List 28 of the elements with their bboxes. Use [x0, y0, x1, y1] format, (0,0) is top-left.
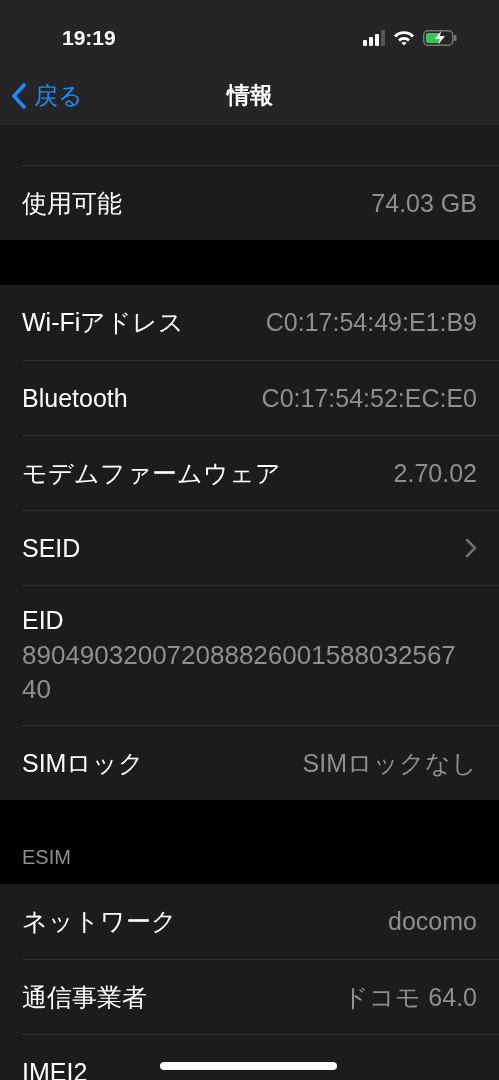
signal-icon — [363, 30, 385, 46]
chevron-icon — [465, 538, 477, 558]
row-value: 2.70.02 — [393, 458, 477, 488]
list-row[interactable]: SEID — [22, 510, 499, 585]
row-label: EID — [22, 606, 65, 636]
row-value: 74.03 GB — [371, 188, 477, 218]
row-label: SEID — [22, 533, 81, 563]
status-time: 19:19 — [62, 26, 116, 50]
row-value: C0:17:54:49:E1:B9 — [265, 308, 477, 337]
section-header: ESIM — [21, 846, 72, 870]
row-label: Bluetooth — [22, 383, 128, 413]
row-value: 89049032007208882600158803256740 — [22, 639, 457, 706]
row-label: Wi-Fiアドレス — [22, 307, 185, 338]
row-value: docomo — [388, 907, 477, 936]
row-label: 使用可能 — [22, 187, 122, 219]
row-value: ドコモ 64.0 — [343, 981, 477, 1013]
row-label: IMEI2 — [22, 1057, 88, 1080]
row-label: モデムファームウェア — [22, 457, 281, 489]
row-label: ネットワーク — [22, 906, 177, 937]
row-value: SIMロックなし — [302, 747, 477, 779]
chevron-icon — [12, 83, 26, 109]
battery-charging-icon — [423, 30, 457, 46]
wifi-icon — [393, 30, 415, 46]
row-label: 通信事業者 — [22, 981, 147, 1013]
row-value: C0:17:54:52:EC:E0 — [261, 383, 477, 413]
page-title: 情報 — [226, 80, 273, 110]
row-label: SIMロック — [22, 747, 145, 779]
back-button[interactable]: 戻る — [12, 80, 83, 112]
